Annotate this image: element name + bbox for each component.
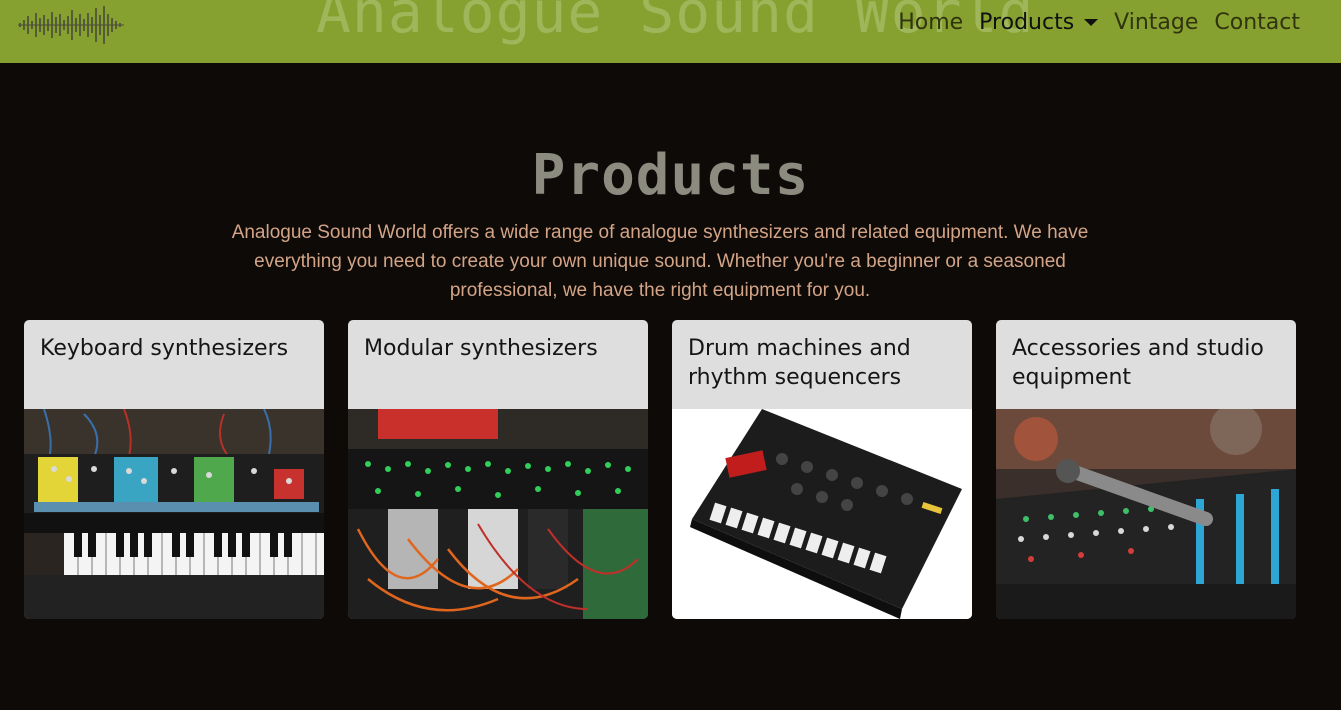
waveform-logo-icon[interactable]: [18, 4, 124, 46]
nav-products-label: Products: [979, 10, 1075, 35]
keyboard-synth-photo: [24, 409, 324, 619]
card-title: Drum machines and rhythm sequencers: [688, 336, 911, 390]
mixing-console-photo: [996, 409, 1296, 619]
navbar: Analogue Sound World Home Products Vinta…: [0, 0, 1341, 63]
nav-vintage[interactable]: Vintage: [1114, 10, 1198, 35]
card-drum-machines[interactable]: Drum machines and rhythm sequencers: [672, 320, 972, 619]
intro-text: Analogue Sound World offers a wide range…: [231, 222, 1089, 301]
card-title: Accessories and studio equipment: [1012, 336, 1264, 390]
nav-products-dropdown[interactable]: Products: [979, 10, 1099, 35]
card-accessories-studio[interactable]: Accessories and studio equipment: [996, 320, 1296, 619]
card-title: Keyboard synthesizers: [40, 336, 289, 361]
product-category-cards: Keyboard synthesizers Modular synthesize…: [24, 320, 1296, 619]
nav-home[interactable]: Home: [898, 10, 963, 35]
card-modular-synthesizers[interactable]: Modular synthesizers: [348, 320, 648, 619]
modular-synth-photo: [348, 409, 648, 619]
main-nav: Home Products Vintage Contact: [882, 10, 1300, 35]
drum-machine-photo: [672, 409, 972, 619]
page-title: Products: [531, 143, 810, 208]
card-keyboard-synthesizers[interactable]: Keyboard synthesizers: [24, 320, 324, 619]
nav-contact[interactable]: Contact: [1214, 10, 1300, 35]
chevron-down-icon: [1084, 19, 1099, 26]
card-title: Modular synthesizers: [364, 336, 598, 361]
